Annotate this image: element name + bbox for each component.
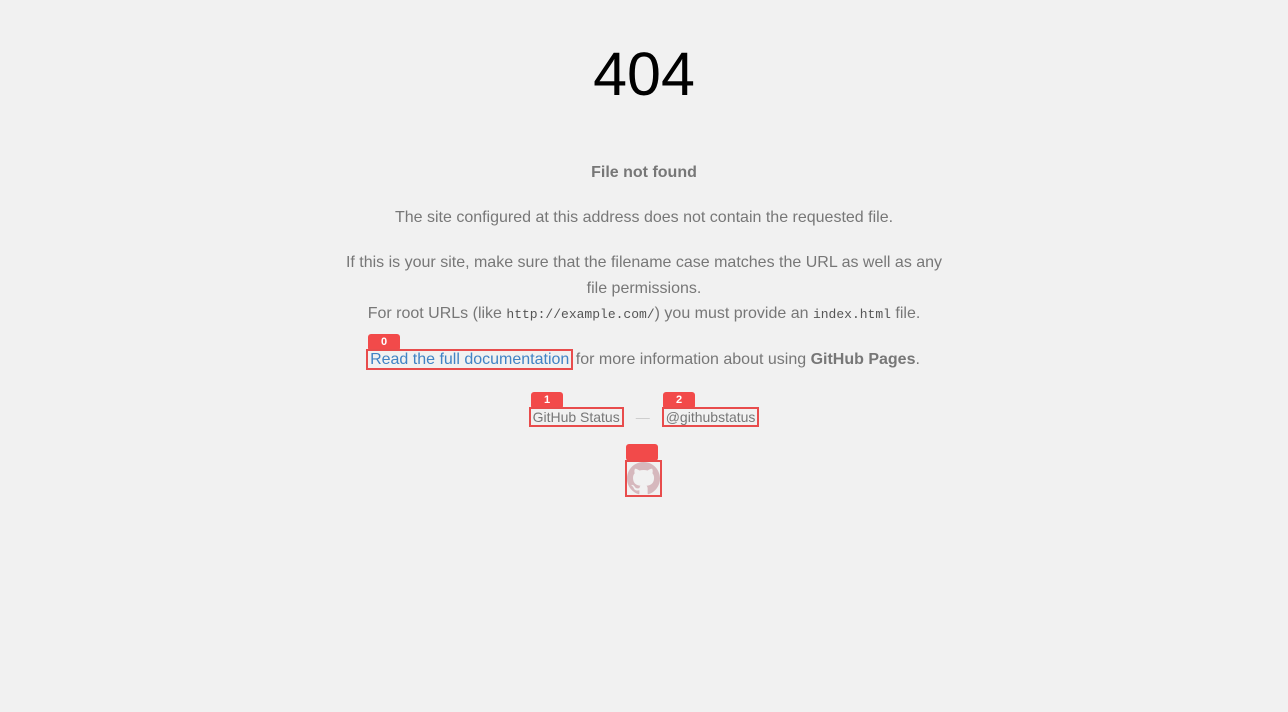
documentation-line: Read the full documentation for more inf…	[366, 349, 920, 370]
footer-separator: —	[635, 409, 650, 425]
annotation-badge-4	[626, 444, 658, 461]
github-octocat-icon	[627, 462, 660, 495]
github-logo-link[interactable]	[625, 460, 662, 497]
error-heading: File not found	[591, 164, 697, 181]
documentation-link[interactable]: Read the full documentation	[366, 349, 574, 370]
error-code: 404	[593, 40, 695, 108]
code-index-file: index.html	[812, 307, 891, 322]
error-message: The site configured at this address does…	[394, 209, 894, 226]
githubstatus-twitter-link[interactable]: @githubstatus	[661, 407, 760, 427]
github-pages-label: GitHub Pages	[810, 351, 916, 368]
error-page: 404 File not found The site configured a…	[0, 0, 1288, 712]
error-hint: If this is your site, make sure that the…	[345, 254, 943, 297]
footer-links: GitHub Status — @githubstatus	[0, 407, 1288, 427]
github-status-link[interactable]: GitHub Status	[528, 407, 624, 427]
root-url-hint: For root URLs (like http://example.com/)…	[367, 305, 921, 322]
code-example-url: http://example.com/	[506, 307, 655, 322]
